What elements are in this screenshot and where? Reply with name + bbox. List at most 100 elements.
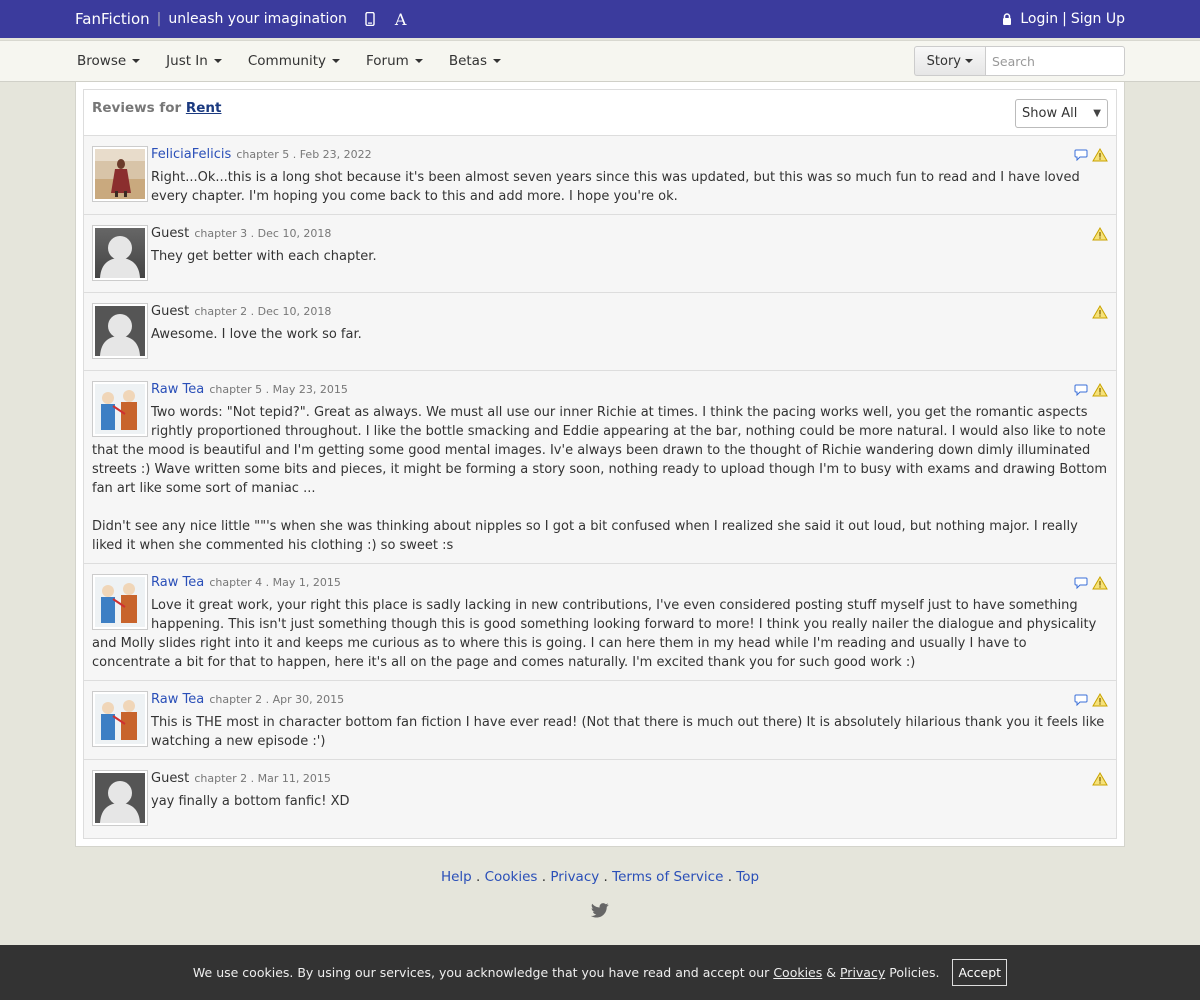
login-link[interactable]: Login xyxy=(1020,11,1058,27)
avatar[interactable] xyxy=(92,691,148,747)
footer-dot: . xyxy=(541,869,547,885)
review-text: This is THE most in character bottom fan… xyxy=(151,715,1105,749)
caret-down-icon xyxy=(965,59,973,63)
nav-browse[interactable]: Browse xyxy=(77,53,141,69)
story-title-link[interactable]: Rent xyxy=(186,100,222,116)
nav-just-in[interactable]: Just In xyxy=(166,53,222,69)
main-nav: Browse Just In Community Forum Betas Sto… xyxy=(0,40,1200,82)
search-group: Story xyxy=(913,46,1125,76)
reply-icon[interactable] xyxy=(1074,384,1088,396)
review-meta: chapter 5 . May 23, 2015 xyxy=(209,383,348,396)
avatar xyxy=(92,303,148,359)
review-item: Raw Tea chapter 5 . May 23, 2015 Two wor… xyxy=(84,371,1116,564)
review-user-link[interactable]: Raw Tea xyxy=(151,382,204,397)
account-links: Login | Sign Up xyxy=(1002,11,1125,27)
review-meta: chapter 2 . Dec 10, 2018 xyxy=(194,305,332,318)
signup-link[interactable]: Sign Up xyxy=(1071,11,1125,27)
review-user-link[interactable]: Raw Tea xyxy=(151,692,204,707)
review-meta: chapter 4 . May 1, 2015 xyxy=(209,576,341,589)
avatar[interactable] xyxy=(92,146,148,202)
warning-icon[interactable] xyxy=(1092,383,1108,397)
nav-browse-label: Browse xyxy=(77,53,127,69)
lock-icon xyxy=(1002,13,1012,25)
review-user: Guest xyxy=(151,771,190,786)
warning-icon[interactable] xyxy=(1092,148,1108,162)
nav-community-label: Community xyxy=(247,53,326,69)
review-item: FeliciaFelicis chapter 5 . Feb 23, 2022 … xyxy=(84,136,1116,215)
review-meta: chapter 2 . Mar 11, 2015 xyxy=(194,772,331,785)
warning-icon[interactable] xyxy=(1092,227,1108,241)
cookie-consent-bar: We use cookies. By using our services, y… xyxy=(0,945,1200,1000)
caret-down-icon xyxy=(414,59,423,63)
review-filter-value: Show All xyxy=(1022,106,1078,121)
cookie-text: We use cookies. By using our services, y… xyxy=(192,965,770,980)
cookie-amp: & xyxy=(826,965,836,980)
footer-dot: . xyxy=(476,869,481,885)
footer-privacy-link[interactable]: Privacy xyxy=(550,869,599,885)
footer-links: Help . Cookies . Privacy . Terms of Serv… xyxy=(0,869,1200,885)
warning-icon[interactable] xyxy=(1092,576,1108,590)
warning-icon[interactable] xyxy=(1092,772,1108,786)
nav-just-in-label: Just In xyxy=(166,53,208,69)
twitter-link[interactable] xyxy=(0,903,1200,918)
search-type-dropdown[interactable]: Story xyxy=(913,46,985,76)
search-type-label: Story xyxy=(926,53,961,69)
caret-down-icon xyxy=(132,59,141,63)
warning-icon[interactable] xyxy=(1092,693,1108,707)
search-input[interactable] xyxy=(985,46,1125,76)
review-user: Guest xyxy=(151,226,190,241)
avatar[interactable] xyxy=(92,574,148,630)
review-text: Right...Ok...this is a long shot because… xyxy=(151,170,1080,204)
review-meta: chapter 2 . Apr 30, 2015 xyxy=(209,693,345,706)
tagline: unleash your imagination xyxy=(168,11,347,27)
reviews-box: Reviews for Rent Show All ▼ FeliciaFelic… xyxy=(83,89,1117,839)
footer-dot: . xyxy=(727,869,732,885)
review-item: Guest chapter 2 . Dec 10, 2018 Awesome. … xyxy=(84,293,1116,371)
footer-help-link[interactable]: Help xyxy=(441,869,472,885)
review-text: They get better with each chapter. xyxy=(151,249,377,264)
review-meta: chapter 3 . Dec 10, 2018 xyxy=(194,227,332,240)
reply-icon[interactable] xyxy=(1074,694,1088,706)
nav-forum-label: Forum xyxy=(366,53,409,69)
review-meta: chapter 5 . Feb 23, 2022 xyxy=(236,148,372,161)
login-separator: | xyxy=(1062,11,1067,27)
review-text: Two words: "Not tepid?". Great as always… xyxy=(92,405,1108,496)
brand-separator: | xyxy=(156,11,162,27)
twitter-icon[interactable] xyxy=(591,903,609,918)
footer-top-link[interactable]: Top xyxy=(736,869,759,885)
cookie-text-after: Policies. xyxy=(889,965,940,980)
chevron-down-icon: ▼ xyxy=(1093,108,1101,119)
nav-community[interactable]: Community xyxy=(248,53,340,69)
content-panel: Reviews for Rent Show All ▼ FeliciaFelic… xyxy=(75,82,1125,847)
review-item: Raw Tea chapter 2 . Apr 30, 2015 This is… xyxy=(84,681,1116,760)
review-filter-select[interactable]: Show All ▼ xyxy=(1015,99,1108,128)
nav-forum[interactable]: Forum xyxy=(366,53,423,69)
review-item: Guest chapter 3 . Dec 10, 2018 They get … xyxy=(84,215,1116,293)
nav-betas[interactable]: Betas xyxy=(449,53,501,69)
nav-betas-label: Betas xyxy=(448,53,487,69)
footer-terms-link[interactable]: Terms of Service xyxy=(612,869,723,885)
site-logo[interactable]: FanFiction xyxy=(75,10,150,28)
review-user-link[interactable]: FeliciaFelicis xyxy=(151,147,231,162)
reply-icon[interactable] xyxy=(1074,577,1088,589)
mobile-icon[interactable] xyxy=(365,12,375,26)
avatar[interactable] xyxy=(92,381,148,437)
footer-cookies-link[interactable]: Cookies xyxy=(485,869,538,885)
caret-down-icon xyxy=(332,59,340,63)
footer-dot: . xyxy=(603,869,608,885)
top-bar: FanFiction | unleash your imagination A … xyxy=(0,0,1200,38)
review-user-link[interactable]: Raw Tea xyxy=(151,575,204,590)
review-text: Awesome. I love the work so far. xyxy=(151,327,362,342)
reviews-title-prefix: Reviews for xyxy=(92,100,182,116)
reply-icon[interactable] xyxy=(1074,149,1088,161)
cookie-policy-link[interactable]: Cookies xyxy=(773,965,822,980)
avatar xyxy=(92,770,148,826)
caret-down-icon xyxy=(213,59,222,63)
reviews-title: Reviews for Rent xyxy=(92,100,221,116)
privacy-policy-link[interactable]: Privacy xyxy=(840,965,885,980)
warning-icon[interactable] xyxy=(1092,305,1108,319)
reviews-header: Reviews for Rent Show All ▼ xyxy=(84,90,1116,136)
review-item: Raw Tea chapter 4 . May 1, 2015 Love it … xyxy=(84,564,1116,681)
font-size-icon[interactable]: A xyxy=(395,10,407,29)
accept-cookies-button[interactable]: Accept xyxy=(952,959,1008,986)
